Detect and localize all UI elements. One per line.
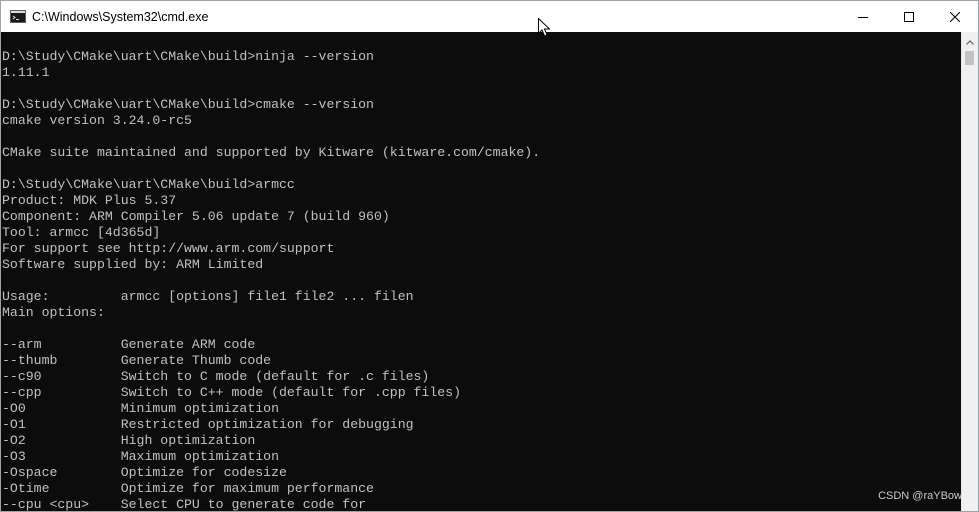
console-line: Main options: — [2, 305, 105, 320]
vertical-scrollbar[interactable] — [961, 32, 978, 511]
console-output[interactable]: D:\Study\CMake\uart\CMake\build>ninja --… — [1, 32, 961, 512]
minimize-icon — [858, 12, 868, 22]
scrollbar-thumb[interactable] — [965, 51, 974, 65]
console-line: -O0 Minimum optimization — [2, 401, 279, 416]
console-line: Product: MDK Plus 5.37 — [2, 193, 177, 208]
console-line: cmake version 3.24.0-rc5 — [2, 113, 192, 128]
maximize-icon — [904, 11, 914, 22]
console-line: For support see http://www.arm.com/suppo… — [2, 241, 335, 256]
console-line: --thumb Generate Thumb code — [2, 353, 272, 368]
maximize-button[interactable] — [886, 1, 932, 32]
console-line: -O2 High optimization — [2, 433, 256, 448]
console-line: Software supplied by: ARM Limited — [2, 257, 264, 272]
window-title: C:\Windows\System32\cmd.exe — [32, 9, 209, 24]
console-line: D:\Study\CMake\uart\CMake\build>armcc — [2, 177, 295, 192]
console-line: D:\Study\CMake\uart\CMake\build>ninja --… — [2, 49, 374, 64]
cmd-icon — [10, 10, 26, 23]
console-line: 1.11.1 — [2, 65, 50, 80]
console-line: D:\Study\CMake\uart\CMake\build>cmake --… — [2, 97, 374, 112]
console-line: -Ospace Optimize for codesize — [2, 465, 287, 480]
minimize-button[interactable] — [840, 1, 886, 32]
close-button[interactable] — [932, 1, 978, 32]
chevron-up-icon — [966, 32, 974, 50]
console-text: D:\Study\CMake\uart\CMake\build>ninja --… — [1, 32, 961, 512]
console-line: CMake suite maintained and supported by … — [2, 145, 541, 160]
console-line: Usage: armcc [options] file1 file2 ... f… — [2, 289, 414, 304]
window-controls — [840, 1, 978, 32]
console-line: Component: ARM Compiler 5.06 update 7 (b… — [2, 209, 390, 224]
cmd-window: C:\Windows\System32\cmd.exe D:\Study\CMa… — [0, 0, 979, 512]
scroll-up-button[interactable] — [962, 32, 978, 49]
console-line: Tool: armcc [4d365d] — [2, 225, 161, 240]
console-line: -Otime Optimize for maximum performance — [2, 481, 374, 496]
close-icon — [950, 11, 960, 22]
console-line: --arm Generate ARM code — [2, 337, 256, 352]
console-line: -O3 Maximum optimization — [2, 449, 279, 464]
console-line: --cpp Switch to C++ mode (default for .c… — [2, 385, 461, 400]
console-line: --cpu <cpu> Select CPU to generate code … — [2, 497, 367, 512]
console-line: --c90 Switch to C mode (default for .c f… — [2, 369, 430, 384]
console-line: -O1 Restricted optimization for debuggin… — [2, 417, 414, 432]
title-bar[interactable]: C:\Windows\System32\cmd.exe — [1, 1, 978, 32]
watermark: CSDN @raYBow — [878, 490, 962, 502]
mouse-cursor-icon — [538, 17, 551, 42]
